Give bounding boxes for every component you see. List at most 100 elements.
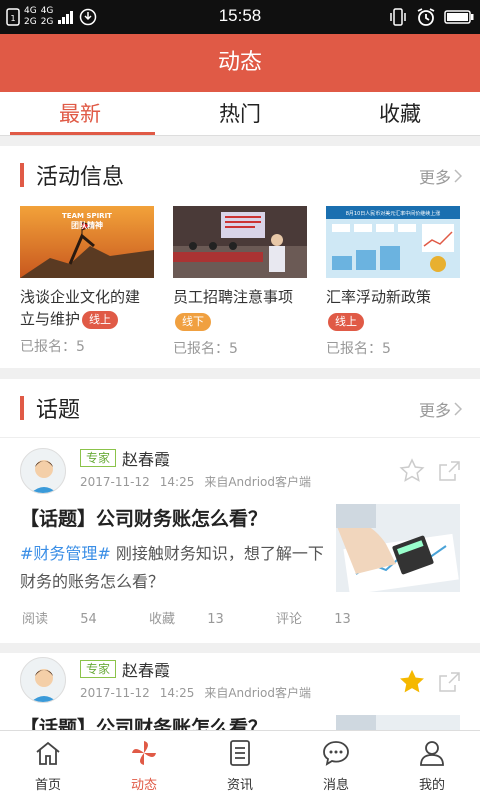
- comment-label: 评论: [275, 612, 302, 627]
- user-avatar-icon: [21, 449, 65, 493]
- post-source: 来自Andriod客户端: [204, 686, 312, 700]
- chat-icon: [323, 741, 349, 766]
- comment-count: 13: [334, 612, 351, 627]
- author-name[interactable]: 赵春霞: [122, 657, 170, 681]
- bottom-nav: 首页 动态 资讯 消息 我的: [0, 730, 480, 800]
- topics-section: 话题 更多: [0, 379, 480, 437]
- nav-mine-label: 我的: [418, 778, 445, 793]
- post-title[interactable]: 【话题】公司财务账怎么看？: [20, 504, 267, 531]
- section-accent-bar: [20, 163, 24, 187]
- activity-list: TEAM SPIRIT 团队精神 浅谈企业文化的建立与维护 线上 已报名：5 员工…: [20, 206, 460, 358]
- nav-dynamics-label: 动态: [130, 778, 157, 793]
- nav-news[interactable]: 资讯: [192, 731, 288, 800]
- tab-hot[interactable]: 热门: [160, 92, 320, 135]
- thumb-text-exchange: 8月10日人民币对美元汇率中间价继续上涨: [346, 210, 441, 217]
- home-icon: [36, 741, 60, 765]
- activity-card[interactable]: 员工招聘注意事项 线下 已报名：5: [173, 206, 307, 358]
- nav-mine[interactable]: 我的: [384, 731, 480, 800]
- online-tag: 线上: [328, 312, 364, 331]
- page-title: 动态: [0, 34, 480, 92]
- activities-section: 活动信息 更多 TEAM SPIRIT 团队精神 浅谈企业文化的建立与维护 线上 …: [0, 146, 480, 368]
- activity-name-text: 浅谈企业文化的建立与维护: [20, 288, 141, 328]
- activity-name: 浅谈企业文化的建立与维护 线上: [20, 286, 154, 330]
- post-date: 2017-11-12: [80, 686, 150, 700]
- online-tag: 线上: [82, 310, 119, 329]
- share-icon[interactable]: [437, 669, 463, 695]
- activity-card[interactable]: TEAM SPIRIT 团队精神 浅谈企业文化的建立与维护 线上 已报名：5: [20, 206, 154, 358]
- nav-home-label: 首页: [34, 778, 61, 793]
- thumb-text-2: 团队精神: [71, 220, 103, 230]
- star-icon[interactable]: [399, 458, 425, 484]
- tab-bar: 最新 热门 收藏: [0, 92, 480, 136]
- read-count: 54: [80, 612, 97, 627]
- activity-thumbnail-exchange-rate: 8月10日人民币对美元汇率中间价继续上涨: [326, 206, 460, 278]
- topics-more-link[interactable]: 更多: [419, 397, 462, 421]
- status-right: [388, 6, 474, 28]
- more-label: 更多: [418, 401, 451, 420]
- signup-count: 已报名：5: [20, 339, 85, 355]
- post-meta: 2017-11-12 14:25 来自Andriod客户端: [80, 473, 321, 490]
- signup-count: 已报名：5: [173, 341, 238, 357]
- nav-messages[interactable]: 消息: [288, 731, 384, 800]
- activity-name: 汇率浮动新政策: [326, 286, 460, 308]
- nav-home[interactable]: 首页: [0, 731, 96, 800]
- hashtag-link[interactable]: #财务管理#: [20, 544, 111, 563]
- chevron-right-icon: [454, 402, 462, 416]
- post-image-finance: [336, 504, 460, 592]
- comment-stat[interactable]: 评论 13: [276, 612, 375, 627]
- document-icon: [230, 740, 250, 766]
- read-label: 阅读: [22, 612, 49, 627]
- pinwheel-icon: [132, 741, 156, 765]
- activities-title: 活动信息: [36, 165, 125, 190]
- post-title[interactable]: 【话题】公司财务账怎么看？: [20, 713, 267, 730]
- activity-name: 员工招聘注意事项: [173, 286, 307, 308]
- author-name[interactable]: 赵春霞: [122, 446, 170, 470]
- post-source: 来自Andriod客户端: [204, 475, 312, 489]
- alarm-icon: [417, 8, 435, 26]
- vibrate-icon: [390, 8, 406, 26]
- post-stats: 阅读 54 收藏 13 评论 13: [22, 608, 399, 627]
- post-meta: 2017-11-12 14:25 来自Andriod客户端: [80, 684, 321, 701]
- nav-news-label: 资讯: [226, 778, 253, 793]
- post-body: #财务管理# 刚接触财务知识，想了解一下财务的账务怎么看？: [20, 540, 328, 596]
- tab-latest[interactable]: 最新: [0, 92, 160, 135]
- offline-tag: 线下: [175, 312, 211, 331]
- signup-count: 已报名：5: [326, 341, 391, 357]
- avatar[interactable]: [20, 448, 66, 494]
- activity-thumbnail-team-spirit: TEAM SPIRIT 团队精神: [20, 206, 154, 278]
- nav-dynamics[interactable]: 动态: [96, 731, 192, 800]
- user-icon: [420, 741, 444, 766]
- topic-post[interactable]: 专家 赵春霞 2017-11-12 14:25 来自Andriod客户端 【话题】公…: [0, 653, 480, 730]
- chevron-right-icon: [454, 169, 462, 183]
- post-time: 14:25: [159, 475, 195, 489]
- post-image-finance: [336, 715, 460, 730]
- activities-more-link[interactable]: 更多: [419, 164, 462, 188]
- section-accent-bar: [20, 396, 24, 420]
- battery-icon: [444, 10, 474, 24]
- expert-badge: 专家: [80, 660, 117, 678]
- topics-title: 话题: [36, 398, 81, 423]
- thumb-text-1: TEAM SPIRIT: [62, 212, 112, 220]
- read-stat: 阅读 54: [22, 612, 121, 627]
- topics-header: 话题 更多: [0, 379, 480, 437]
- activity-thumbnail-meeting: [173, 206, 307, 278]
- post-date: 2017-11-12: [80, 475, 150, 489]
- user-avatar-icon: [21, 658, 65, 702]
- activity-name-text: 汇率浮动新政策: [326, 288, 432, 306]
- post-time: 14:25: [159, 686, 195, 700]
- topic-post[interactable]: 专家 赵春霞 2017-11-12 14:25 来自Andriod客户端 【话题】公…: [0, 437, 480, 643]
- avatar[interactable]: [20, 657, 66, 703]
- share-icon[interactable]: [437, 458, 463, 484]
- status-bar: 1 4G 2G 4G 2G 15:58: [0, 0, 480, 34]
- favorite-label: 收藏: [148, 612, 175, 627]
- activities-header: 活动信息 更多: [0, 146, 480, 204]
- tab-favorites[interactable]: 收藏: [320, 92, 480, 135]
- more-label: 更多: [418, 168, 451, 187]
- expert-badge: 专家: [80, 449, 117, 467]
- star-filled-icon[interactable]: [399, 669, 425, 695]
- favorite-stat: 收藏 13: [149, 612, 248, 627]
- favorite-count: 13: [207, 612, 224, 627]
- activity-card[interactable]: 8月10日人民币对美元汇率中间价继续上涨 汇率浮动新政策 线上 已报名：5: [326, 206, 460, 358]
- nav-messages-label: 消息: [322, 778, 349, 793]
- activity-name-text: 员工招聘注意事项: [173, 288, 294, 306]
